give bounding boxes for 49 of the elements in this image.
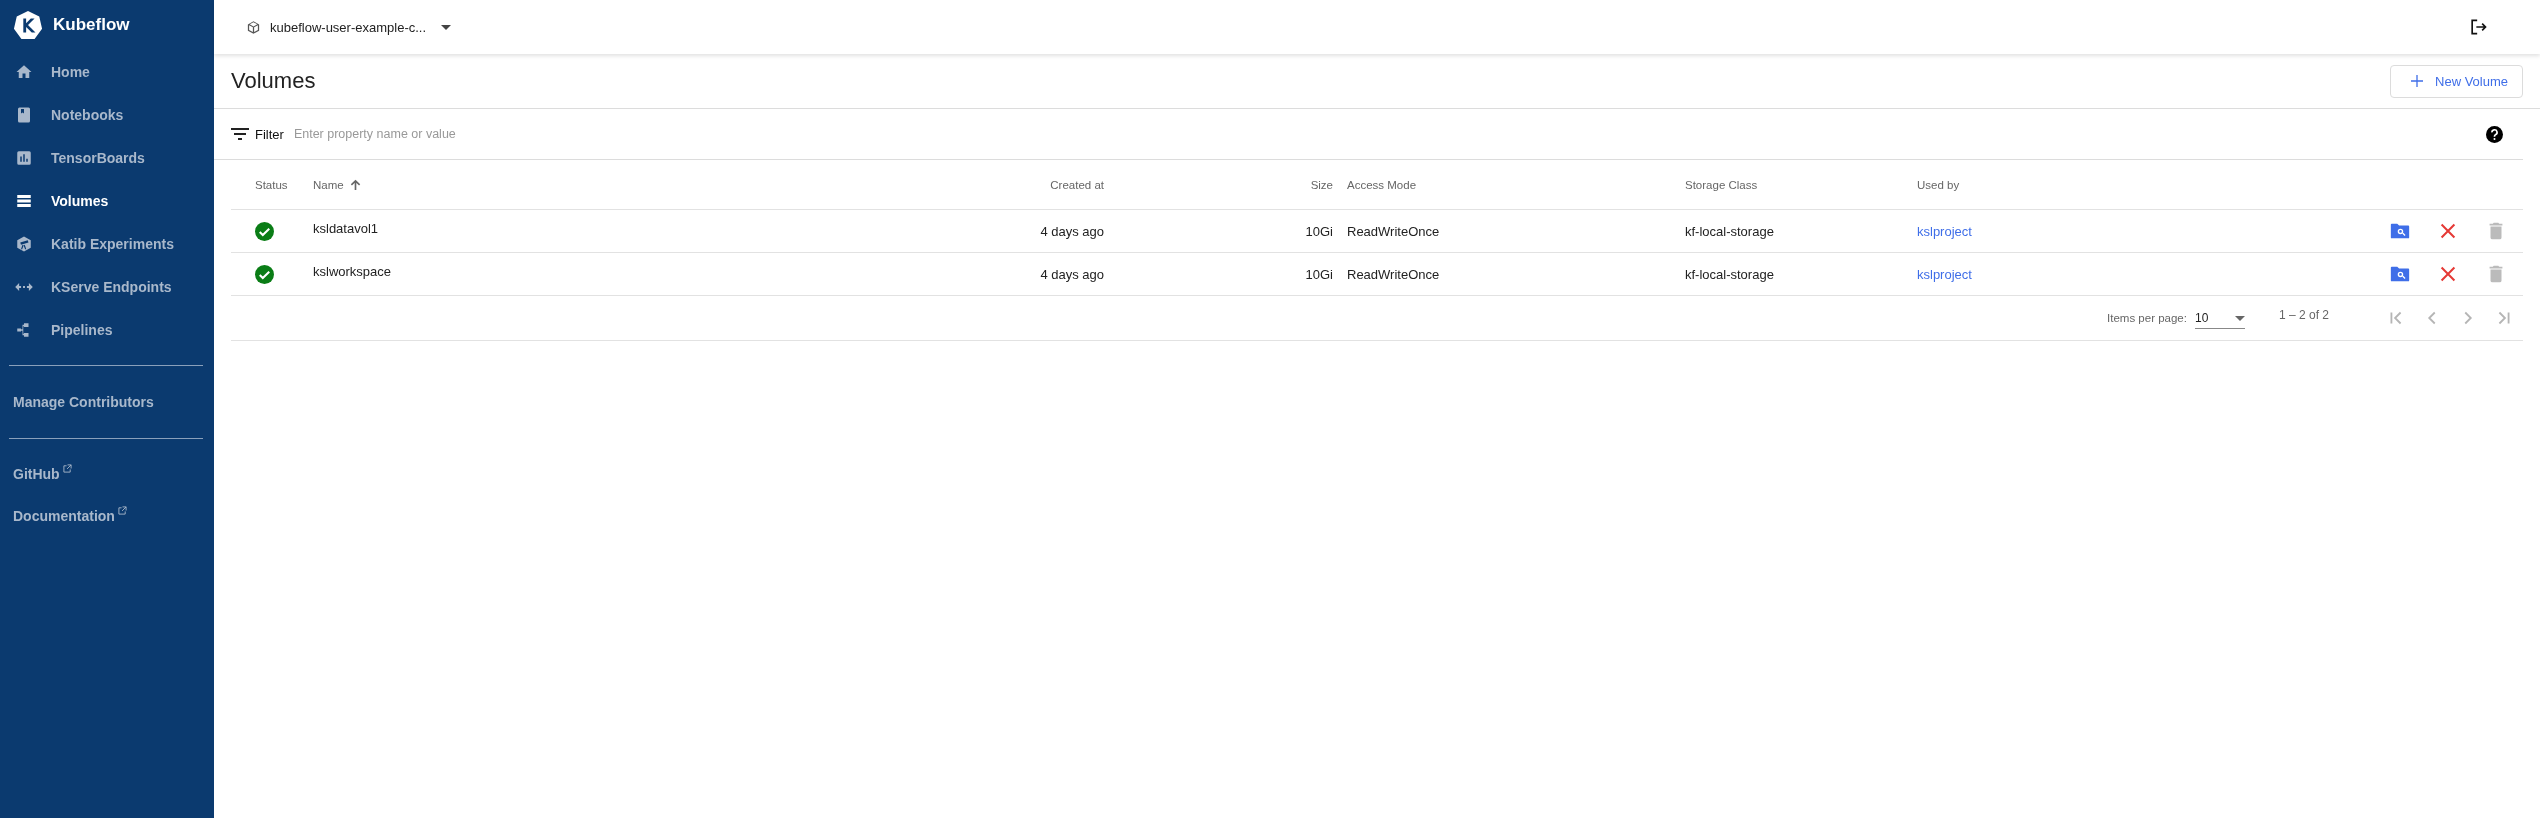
notebook-link[interactable]: kslproject [1917,223,1972,239]
table-cell: 10Gi [1305,223,1333,239]
table-cell: ReadWriteOnce [1347,266,1440,282]
table-cell: 10Gi [1305,266,1333,282]
column-header[interactable]: Created at [1050,178,1104,191]
caret-icon [2234,315,2245,321]
external-link[interactable]: GitHub [13,466,60,482]
items-per-page-label: Items per page: [2107,312,2187,324]
bar-chart-icon [15,148,33,167]
cube-icon [246,19,261,35]
column-header[interactable]: Name [313,178,344,191]
external-link-icon [62,464,72,473]
page-range: 1 – 2 of 2 [2278,308,2329,322]
sidebar-item[interactable]: Home [0,50,214,93]
table-cell: kslworkspace [313,264,392,279]
filter-label: Filter [255,126,284,142]
telescope-icon [15,234,33,253]
external-link-icon [117,506,127,515]
table-cell: 4 days ago [1040,223,1104,239]
table-cell: kf-local-storage [1685,223,1774,239]
logo-icon [13,10,43,40]
sidebar-item[interactable]: Katib Experiments [0,222,214,265]
page-size-select[interactable]: 10 [2194,307,2245,329]
sidebar-item[interactable]: Notebooks [0,93,214,136]
external-link[interactable]: Documentation [13,508,115,524]
new-volume-button[interactable]: New Volume [2390,64,2523,98]
column-header[interactable]: Storage Class [1685,178,1758,191]
table-cell: kf-local-storage [1685,266,1774,282]
sidebar-item[interactable]: Pipelines [0,308,214,351]
table-cell: 4 days ago [1040,266,1104,282]
column-header[interactable]: Status [255,178,288,191]
namespace-selector[interactable]: kubeflow-user-example-c... [246,19,452,35]
notebook-icon [15,105,33,124]
page-title: Volumes [231,68,316,94]
filter-icon [231,128,249,140]
brand-name: Kubeflow [53,15,130,35]
table-cell: ksldatavol1 [313,221,379,236]
help-icon[interactable] [2486,125,2503,143]
logout-icon[interactable] [2468,17,2488,37]
notebook-link[interactable]: kslproject [1917,266,1972,282]
column-header[interactable]: Used by [1917,178,1960,191]
plus-icon [2411,75,2423,87]
column-header[interactable]: Access Mode [1347,178,1417,191]
manage-contributors-link[interactable]: Manage Contributors [0,380,214,424]
sidebar-item[interactable]: TensorBoards [0,136,214,179]
sidebar-item[interactable]: KServe Endpoints [0,265,214,308]
caret-icon [441,24,452,30]
column-header[interactable]: Size [1310,178,1333,191]
table-cell: ReadWriteOnce [1347,223,1440,239]
